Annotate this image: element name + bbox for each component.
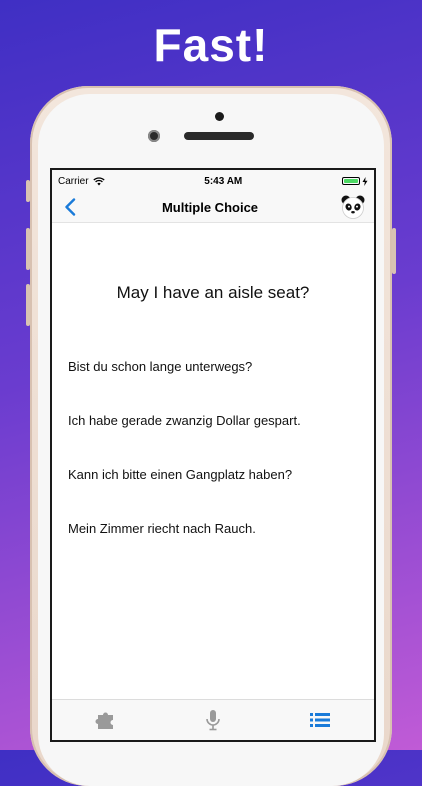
answer-choice-3[interactable]: Kann ich bitte einen Gangplatz haben?: [68, 466, 358, 520]
tab-microphone[interactable]: [193, 705, 233, 735]
page-title: Multiple Choice: [161, 199, 259, 215]
headline: Fast!: [153, 19, 269, 71]
tab-bar: [52, 699, 374, 740]
mute-switch: [26, 180, 30, 202]
tab-list[interactable]: [300, 705, 340, 735]
back-button[interactable]: [60, 196, 80, 218]
speaker-grill: [184, 132, 254, 140]
navigation-bar: Multiple Choice: [52, 192, 374, 223]
power-button: [392, 228, 396, 274]
list-icon: [310, 713, 331, 727]
answer-choice-4[interactable]: Mein Zimmer riecht nach Rauch.: [68, 520, 358, 574]
puzzle-icon: [95, 712, 113, 729]
battery-indicator: [341, 176, 368, 186]
phone-screen: Carrier 5:43 AM Multiple Choice May I ha…: [50, 168, 376, 742]
status-bar: Carrier 5:43 AM: [52, 170, 374, 192]
answer-choice-2[interactable]: Ich habe gerade zwanzig Dollar gespart.: [68, 412, 358, 466]
volume-down-button: [26, 284, 30, 326]
status-time: 5:43 AM: [204, 175, 243, 187]
microphone-icon: [206, 710, 220, 731]
wifi-icon: [92, 176, 105, 185]
answer-choice-1[interactable]: Bist du schon lange unterwegs?: [68, 358, 358, 412]
tab-puzzle[interactable]: [86, 705, 126, 735]
chevron-left-icon: [65, 198, 76, 216]
charging-bolt-icon: [362, 176, 368, 186]
battery-icon: [341, 177, 360, 185]
volume-up-button: [26, 228, 30, 270]
quiz-content: May I have an aisle seat? Bist du schon …: [52, 223, 374, 699]
carrier-label: Carrier: [58, 175, 89, 187]
panda-avatar-icon[interactable]: [340, 194, 366, 220]
sensor-dot: [215, 112, 224, 121]
camera-icon: [148, 130, 160, 142]
answer-choices: Bist du schon lange unterwegs? Ich habe …: [68, 358, 358, 574]
question-text: May I have an aisle seat?: [116, 283, 310, 302]
